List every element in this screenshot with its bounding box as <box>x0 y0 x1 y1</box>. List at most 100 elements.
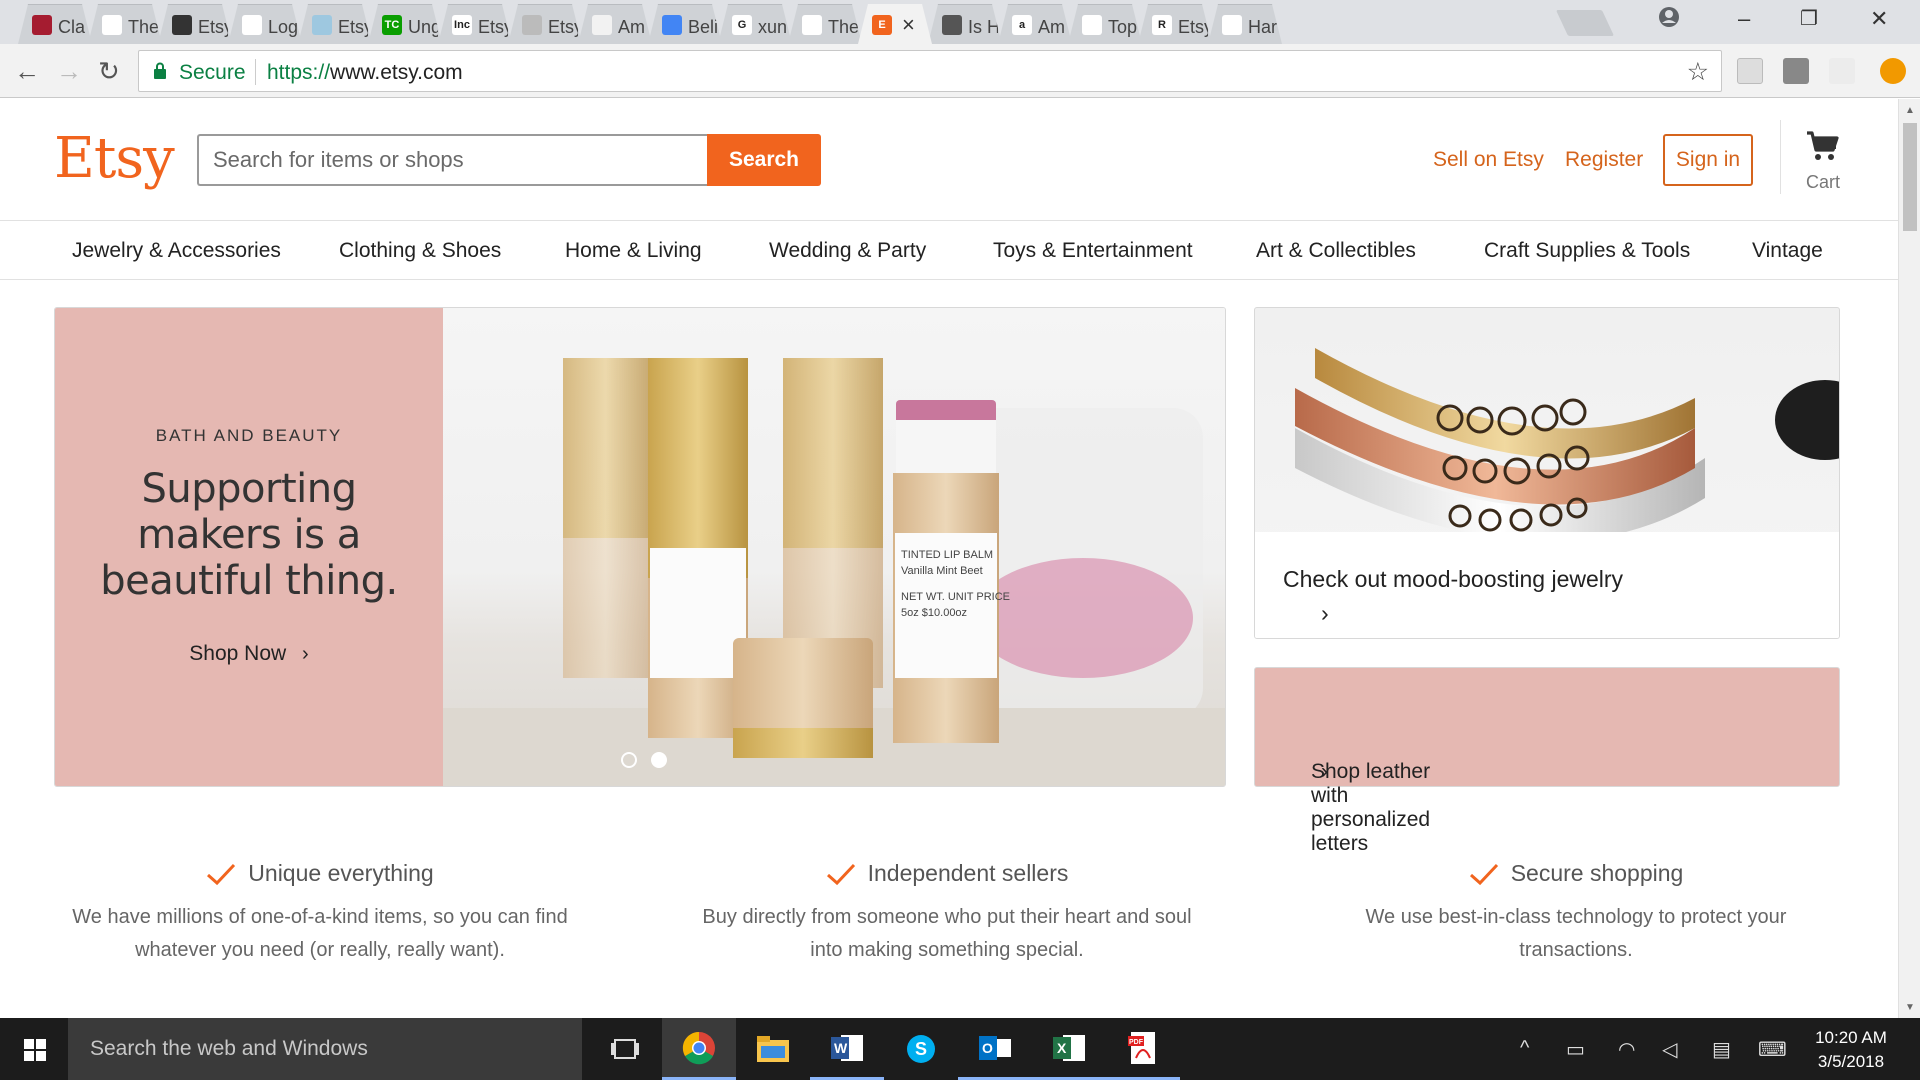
clock-date: 3/5/2018 <box>1817 1052 1885 1071</box>
taskbar-skype[interactable]: S <box>884 1018 958 1080</box>
chrome-icon <box>682 1031 715 1064</box>
taskbar-search[interactable]: Search the web and Windows <box>68 1018 582 1080</box>
taskbar-excel[interactable]: X <box>1032 1018 1106 1080</box>
category-nav: Jewelry & Accessories Clothing & Shoes H… <box>0 220 1898 280</box>
browser-tab[interactable]: Top <box>1068 4 1142 44</box>
page-scrollbar[interactable]: ▲ ▼ <box>1898 99 1920 1018</box>
sign-in-button[interactable]: Sign in <box>1663 134 1753 186</box>
browser-tab[interactable]: E × <box>858 4 932 44</box>
checkmark-icon <box>1469 863 1498 885</box>
category-wedding-party[interactable]: Wedding & Party <box>769 239 926 263</box>
bracelet-image <box>1295 348 1839 532</box>
browser-tab[interactable]: The <box>88 4 162 44</box>
jewelry-promo-card[interactable]: Check out mood-boosting jewelry › <box>1254 307 1840 639</box>
browser-tab[interactable]: Inc Etsy <box>438 4 512 44</box>
wifi-icon[interactable]: ◠ <box>1618 1037 1635 1062</box>
hero-eyebrow: BATH AND BEAUTY <box>155 426 343 445</box>
checkmark-icon <box>826 863 855 885</box>
register-link[interactable]: Register <box>1565 148 1643 172</box>
profile-icon[interactable] <box>1658 6 1680 34</box>
shop-now-link[interactable]: Shop Now › <box>55 642 443 666</box>
taskbar-acrobat[interactable]: PDF <box>1106 1018 1180 1080</box>
tab-favicon-icon: G <box>732 15 752 35</box>
browser-tab[interactable]: R Etsy <box>1138 4 1212 44</box>
browser-tab[interactable]: Am <box>578 4 652 44</box>
category-clothing-shoes[interactable]: Clothing & Shoes <box>339 239 501 263</box>
svg-text:Vanilla Mint Beet: Vanilla Mint Beet <box>901 565 983 577</box>
browser-tab[interactable]: Log <box>228 4 302 44</box>
system-clock[interactable]: 10:20 AM 3/5/2018 <box>1806 1026 1896 1074</box>
volume-icon[interactable]: ◁ <box>1662 1037 1677 1062</box>
svg-text:TINTED LIP BALM: TINTED LIP BALM <box>901 549 993 561</box>
category-art-collectibles[interactable]: Art & Collectibles <box>1256 239 1416 263</box>
browser-tab[interactable]: Etsy <box>508 4 582 44</box>
bookmark-star-icon[interactable]: ☆ <box>1687 57 1709 87</box>
tab-title: Cla <box>58 17 86 37</box>
pdf-extension-icon[interactable] <box>1737 58 1763 84</box>
forward-icon[interactable]: → <box>56 56 82 87</box>
tab-title: xun <box>758 17 788 37</box>
value-prop-description: We use best-in-class technology to prote… <box>1365 905 1787 961</box>
category-vintage[interactable]: Vintage <box>1752 239 1823 263</box>
scroll-down-icon[interactable]: ▼ <box>1905 1002 1915 1013</box>
etsy-logo[interactable]: Etsy <box>54 126 175 191</box>
tab-title: Etsy <box>338 17 365 37</box>
extension-icon[interactable] <box>1783 58 1809 84</box>
browser-tab[interactable]: a Am <box>998 4 1072 44</box>
task-view-button[interactable] <box>588 1018 662 1080</box>
browser-tab[interactable]: Gxun <box>718 4 792 44</box>
search-button[interactable]: Search <box>707 134 821 186</box>
battery-icon[interactable]: ▭ <box>1566 1037 1585 1062</box>
taskbar-word[interactable]: W <box>810 1018 884 1080</box>
tab-title: Is H <box>968 17 998 37</box>
carousel-dot-1[interactable] <box>621 752 637 768</box>
show-hidden-icons[interactable]: ^ <box>1520 1037 1529 1060</box>
svg-text:O: O <box>982 1040 993 1056</box>
task-view-icon <box>611 1039 639 1059</box>
taskbar-chrome[interactable] <box>662 1018 736 1080</box>
address-bar[interactable]: Secure https://www.etsy.com ☆ <box>138 50 1722 92</box>
new-tab-button[interactable] <box>1555 10 1615 36</box>
jewelry-promo-link[interactable]: Check out mood-boosting jewelry › <box>1283 566 1623 626</box>
update-icon[interactable] <box>1880 58 1906 84</box>
restore-icon[interactable]: ❐ <box>1800 6 1818 31</box>
browser-tab[interactable]: Etsy <box>298 4 372 44</box>
keyboard-icon[interactable]: ⌨ <box>1758 1037 1787 1062</box>
sell-on-etsy-link[interactable]: Sell on Etsy <box>1433 148 1544 172</box>
download-extension-icon[interactable] <box>1829 58 1855 84</box>
browser-tab[interactable]: Is H <box>928 4 1002 44</box>
value-prop-description: We have millions of one-of-a-kind items,… <box>72 905 568 961</box>
category-toys-entertainment[interactable]: Toys & Entertainment <box>993 239 1193 263</box>
category-home-living[interactable]: Home & Living <box>565 239 702 263</box>
scroll-up-icon[interactable]: ▲ <box>1905 105 1915 116</box>
close-window-icon[interactable]: ✕ <box>1870 6 1888 32</box>
browser-tab[interactable]: TC Ung <box>368 4 442 44</box>
browser-tab[interactable]: Cla <box>18 4 92 44</box>
outlook-icon: O <box>979 1035 1011 1060</box>
browser-tab[interactable]: Har <box>1208 4 1282 44</box>
tab-title: Etsy <box>478 17 505 37</box>
browser-tab[interactable]: Etsy <box>158 4 232 44</box>
tab-title: The <box>828 17 858 37</box>
start-button[interactable] <box>0 1018 68 1080</box>
value-prop-secure: Secure shopping We use best-in-class tec… <box>1316 860 1836 967</box>
leather-promo-card[interactable]: Shop leather with personalized letters › <box>1254 667 1840 855</box>
category-craft-supplies-tools[interactable]: Craft Supplies & Tools <box>1484 239 1690 263</box>
reload-icon[interactable]: ↻ <box>98 56 120 87</box>
skype-icon: S <box>907 1035 935 1063</box>
hero-banner[interactable]: BATH AND BEAUTY Supporting makers is a b… <box>54 307 1226 787</box>
close-tab-icon[interactable]: × <box>902 12 915 38</box>
category-jewelry-accessories[interactable]: Jewelry & Accessories <box>72 239 281 263</box>
jewelry-promo-caption: Check out mood-boosting jewelry › <box>1255 532 1839 638</box>
search-input[interactable] <box>197 134 709 186</box>
browser-tab[interactable]: The <box>788 4 862 44</box>
minimize-icon[interactable]: – <box>1738 6 1750 32</box>
carousel-dot-2-active[interactable] <box>651 752 667 768</box>
taskbar-file-explorer[interactable] <box>736 1018 810 1080</box>
back-icon[interactable]: ← <box>14 56 40 87</box>
cart-button[interactable]: Cart <box>1780 120 1864 194</box>
taskbar-outlook[interactable]: O <box>958 1018 1032 1080</box>
browser-tab[interactable]: Beli <box>648 4 722 44</box>
scrollbar-thumb[interactable] <box>1903 123 1917 231</box>
action-center-icon[interactable]: ▤ <box>1712 1037 1731 1062</box>
